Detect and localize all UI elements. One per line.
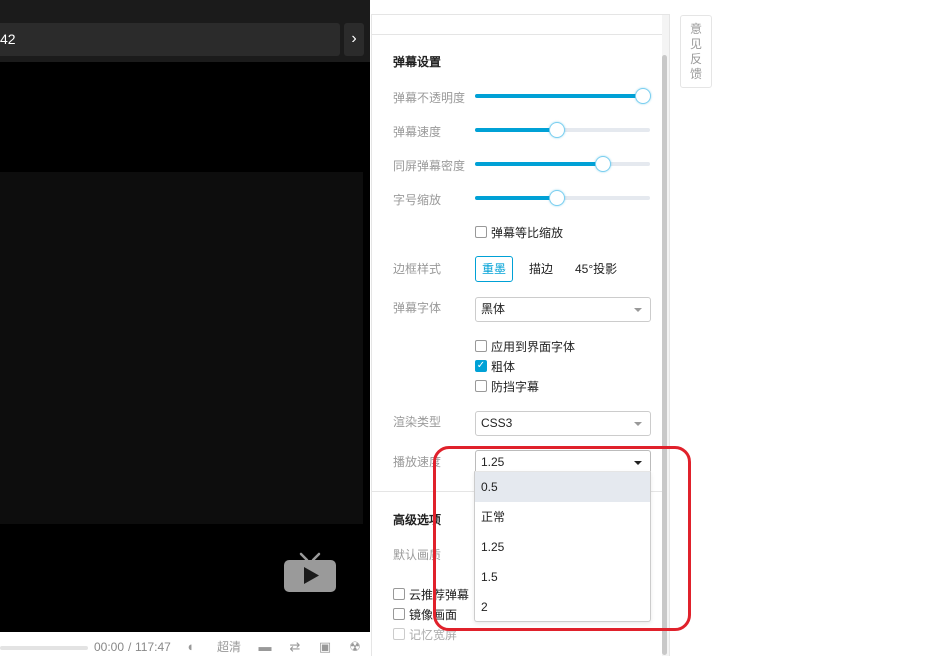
slider-thumb[interactable] [635,88,651,104]
checkbox-box[interactable]: ✓ [475,360,487,372]
feedback-char: 见 [689,37,702,51]
apply-ui-font-checkbox[interactable]: 应用到界面字体 [475,338,575,354]
speed-option-normal[interactable]: 正常 [475,502,650,532]
speed-option-0-5[interactable]: 0.5 [475,472,650,502]
default-quality-label: 默认画质 [393,548,442,562]
remember-widescreen-checkbox[interactable]: 记忆宽屏 [393,626,457,642]
checkbox-box[interactable] [393,608,405,620]
checkbox-box[interactable] [393,588,405,600]
player-top-bar: 42 › [0,0,370,62]
opacity-slider[interactable] [475,88,651,104]
next-episode-button[interactable]: › [344,23,364,56]
panel-divider [372,34,662,35]
feedback-char: 馈 [689,67,702,81]
border-style-heavy[interactable]: 重墨 [475,256,514,282]
opacity-label: 弹幕不透明度 [393,91,466,105]
density-label: 同屏弹幕密度 [393,159,466,173]
feedback-char: 反 [689,52,702,66]
select-value: 黑体 [481,302,506,316]
playback-speed-dropdown: 0.5 正常 1.25 1.5 2 [474,471,651,622]
render-type-label: 渲染类型 [393,415,442,429]
checkbox-label: 应用到界面字体 [491,339,576,354]
slider-fill [475,162,603,166]
scrollbar-track[interactable] [662,15,669,656]
slider-thumb[interactable] [549,190,566,206]
progress-bar[interactable] [0,646,88,650]
slider-fill [475,128,558,132]
video-frame[interactable] [0,172,363,524]
time-current: 00:00 [94,640,125,654]
checkbox-label: 云推荐弹幕 [409,587,470,602]
cloud-recommend-checkbox[interactable]: 云推荐弹幕 [393,586,469,602]
block-subtitle-checkbox[interactable]: 防挡字幕 [475,378,539,394]
slider-thumb[interactable] [594,156,611,172]
caret-down-icon [634,308,642,312]
danmaku-speed-slider[interactable] [475,122,650,138]
select-value: CSS3 [481,416,513,430]
font-scale-slider[interactable] [475,190,650,206]
tv-logo-icon [284,552,336,592]
scrollbar-thumb[interactable] [662,55,667,655]
slider-fill [475,196,558,200]
caret-down-icon [634,461,642,465]
checkbox-box[interactable] [393,628,405,640]
advanced-options-title: 高级选项 [393,513,442,527]
volume-icon[interactable]: ◖ [182,639,198,655]
proportional-scale-checkbox[interactable]: 弹幕等比缩放 [475,224,563,240]
bold-checkbox[interactable]: ✓ 粗体 [475,358,515,374]
mirror-checkbox[interactable]: 镜像画面 [393,606,457,622]
bilibili-tv-icon[interactable]: ▣ [316,639,334,655]
density-slider[interactable] [475,156,650,172]
caret-down-icon [634,422,642,426]
chevron-right-icon: › [351,30,357,47]
border-style-shadow[interactable]: 45°投影 [568,256,624,282]
quality-button[interactable]: 超清 [216,639,242,655]
checkbox-label: 记忆宽屏 [409,627,458,642]
time-total: 117:47 [135,640,171,654]
font-scale-label: 字号缩放 [393,193,442,207]
danmaku-settings-title: 弹幕设置 [393,55,442,69]
checkbox-box[interactable] [475,340,487,352]
speed-option-1-5[interactable]: 1.5 [475,562,650,592]
checkbox-label: 防挡字幕 [491,379,540,394]
render-type-select[interactable]: CSS3 [475,411,651,436]
border-style-label: 边框样式 [393,262,442,276]
feedback-char: 意 [689,22,702,36]
speed-option-2[interactable]: 2 [475,592,650,622]
checkbox-label: 镜像画面 [409,607,458,622]
video-player[interactable]: 42 › [0,0,370,656]
checkbox-label: 粗体 [491,359,516,374]
checkbox-label: 弹幕等比缩放 [491,225,564,240]
danmaku-font-select[interactable]: 黑体 [475,297,651,322]
time-separator: / [128,640,132,654]
player-control-bar: 00:00 / 117:47 ◖ 超清 ▬ ⇄ ▣ ☢ [0,632,370,656]
slider-fill [475,94,643,98]
speed-option-1-25[interactable]: 1.25 [475,532,650,562]
feedback-button[interactable]: 意 见 反 馈 [680,15,712,88]
danmaku-toggle-icon[interactable]: ▬ [257,639,273,655]
loop-icon[interactable]: ⇄ [286,639,304,655]
danmaku-speed-label: 弹幕速度 [393,125,442,139]
checkbox-box[interactable] [475,380,487,392]
playback-speed-label: 播放速度 [393,455,442,469]
video-title-box[interactable]: 42 [0,23,340,56]
radiation-icon[interactable]: ☢ [346,639,364,655]
danmaku-font-label: 弹幕字体 [393,301,442,315]
border-style-outline[interactable]: 描边 [522,256,560,282]
video-title-text: 42 [0,31,16,47]
checkbox-box[interactable] [475,226,487,238]
slider-thumb[interactable] [549,122,566,138]
select-value: 1.25 [481,455,505,469]
